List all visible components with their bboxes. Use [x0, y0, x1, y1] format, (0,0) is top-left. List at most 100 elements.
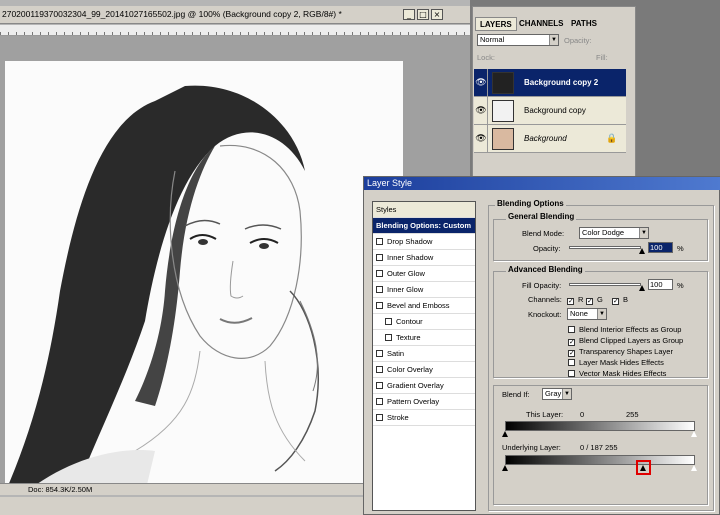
lock-label: Lock:	[477, 53, 495, 62]
underlying-layer-white-slider[interactable]	[691, 465, 697, 471]
document-title: 270200119370032304_99_20141027165502.jpg…	[2, 9, 342, 19]
style-list-item[interactable]: Drop Shadow	[373, 234, 475, 250]
style-list-item[interactable]: Color Overlay	[373, 362, 475, 378]
minimize-button[interactable]: _	[403, 9, 415, 20]
style-list-item[interactable]: Bevel and Emboss	[373, 298, 475, 314]
channel-r-checkbox[interactable]: R	[567, 295, 583, 305]
layer-blend-mode-select[interactable]: Normal ▼	[477, 34, 559, 46]
style-list-label: Inner Shadow	[387, 253, 434, 262]
style-list-item[interactable]: Satin	[373, 346, 475, 362]
lock-icon: 🔒	[606, 133, 618, 143]
style-checkbox[interactable]	[376, 398, 383, 405]
advanced-option-checkbox[interactable]: Transparency Shapes Layer	[568, 347, 673, 357]
style-list-item[interactable]: Gradient Overlay	[373, 378, 475, 394]
layer-thumbnail	[492, 100, 514, 122]
style-list-item[interactable]: Styles	[373, 202, 475, 218]
opacity-input[interactable]: 100	[648, 242, 673, 253]
channel-g-checkbox[interactable]: G	[586, 295, 603, 305]
style-checkbox[interactable]	[376, 302, 383, 309]
checkbox-box[interactable]	[568, 370, 575, 377]
underlying-layer-label: Underlying Layer:	[502, 443, 561, 452]
style-list-label: Texture	[396, 333, 421, 342]
checkbox-box[interactable]	[568, 359, 575, 366]
blend-mode-select[interactable]: Color Dodge ▼	[579, 227, 649, 239]
this-layer-low-value: 0	[580, 410, 585, 419]
advanced-option-checkbox[interactable]: Blend Interior Effects as Group	[568, 325, 681, 334]
style-list-item[interactable]: Blending Options: Custom	[373, 218, 475, 234]
style-list-item[interactable]: Inner Glow	[373, 282, 475, 298]
style-checkbox[interactable]	[376, 350, 383, 357]
layer-row[interactable]: 👁 Background copy	[474, 97, 626, 125]
style-list-item[interactable]: Outer Glow	[373, 266, 475, 282]
style-list-label: Styles	[376, 205, 397, 214]
eye-icon[interactable]: 👁	[475, 97, 488, 124]
style-list-label: Blending Options: Custom	[376, 221, 471, 230]
eye-icon[interactable]: 👁	[475, 69, 488, 96]
tab-layers[interactable]: LAYERS	[475, 17, 517, 31]
style-list-label: Contour	[396, 317, 423, 326]
layer-thumbnail	[492, 128, 514, 150]
style-list-item[interactable]: Stroke	[373, 410, 475, 426]
advanced-blending-heading: Advanced Blending	[506, 265, 585, 274]
chevron-down-icon: ▼	[549, 35, 558, 45]
layer-opacity-label: Opacity:	[564, 36, 592, 45]
knockout-select[interactable]: None ▼	[567, 308, 607, 320]
layer-blend-mode-value: Normal	[480, 35, 505, 44]
checkbox-box[interactable]	[568, 350, 575, 357]
underlying-layer-values: 0 / 187 255	[580, 443, 618, 452]
advanced-option-checkbox[interactable]: Vector Mask Hides Effects	[568, 369, 666, 378]
blend-if-select[interactable]: Gray ▼	[542, 388, 572, 400]
underlying-layer-split-slider[interactable]	[640, 465, 646, 471]
style-list-item[interactable]: Pattern Overlay	[373, 394, 475, 410]
fill-opacity-slider[interactable]	[569, 283, 641, 286]
advanced-option-label: Blend Interior Effects as Group	[579, 325, 682, 334]
this-layer-label: This Layer:	[526, 410, 564, 419]
layer-row[interactable]: 👁 Background copy 2	[474, 69, 626, 97]
blend-mode-value: Color Dodge	[582, 228, 625, 237]
tab-channels[interactable]: CHANNELS	[515, 17, 567, 31]
close-button[interactable]: ×	[431, 9, 443, 20]
style-checkbox[interactable]	[376, 286, 383, 293]
advanced-option-label: Vector Mask Hides Effects	[579, 369, 667, 378]
style-checkbox[interactable]	[376, 270, 383, 277]
layer-name: Background	[524, 134, 567, 143]
checkbox-box[interactable]	[568, 326, 575, 333]
fill-opacity-slider-thumb[interactable]	[639, 285, 645, 291]
styles-list: Styles Blending Options: Custom Drop Shado…	[372, 201, 476, 511]
style-list-item[interactable]: Contour	[373, 314, 475, 330]
checkbox-box[interactable]	[568, 339, 575, 346]
style-checkbox[interactable]	[376, 238, 383, 245]
style-checkbox[interactable]	[376, 366, 383, 373]
style-list-item[interactable]: Texture	[373, 330, 475, 346]
style-list-item[interactable]: Inner Shadow	[373, 250, 475, 266]
layer-row[interactable]: 👁 Background 🔒	[474, 125, 626, 153]
eye-icon[interactable]: 👁	[475, 125, 488, 152]
this-layer-black-slider[interactable]	[502, 431, 508, 437]
channel-b-checkbox[interactable]: B	[612, 295, 628, 305]
style-checkbox[interactable]	[376, 414, 383, 421]
style-checkbox[interactable]	[385, 318, 392, 325]
document-size-status: Doc: 854.3K/2.50M	[28, 485, 93, 494]
blend-mode-label: Blend Mode:	[522, 229, 565, 238]
tab-paths[interactable]: PATHS	[567, 17, 601, 31]
maximize-button[interactable]: □	[417, 9, 429, 20]
dialog-title[interactable]: Layer Style	[364, 177, 720, 190]
this-layer-high-value: 255	[626, 410, 639, 419]
style-checkbox[interactable]	[376, 254, 383, 261]
document-title-bar[interactable]: 270200119370032304_99_20141027165502.jpg…	[0, 6, 470, 24]
style-checkbox[interactable]	[385, 334, 392, 341]
opacity-slider-thumb[interactable]	[639, 248, 645, 254]
blending-options-heading: Blending Options	[495, 199, 566, 208]
style-checkbox[interactable]	[376, 382, 383, 389]
fill-opacity-input[interactable]: 100	[648, 279, 673, 290]
underlying-layer-black-slider[interactable]	[502, 465, 508, 471]
this-layer-white-slider[interactable]	[691, 431, 697, 437]
general-blending-group	[493, 219, 708, 261]
advanced-option-checkbox[interactable]: Layer Mask Hides Effects	[568, 358, 664, 367]
channels-label: Channels:	[528, 295, 562, 304]
chevron-down-icon: ▼	[597, 309, 606, 319]
opacity-slider[interactable]	[569, 246, 641, 249]
percent-sign: %	[677, 244, 684, 253]
channel-r-label: R	[578, 295, 584, 304]
advanced-option-checkbox[interactable]: Blend Clipped Layers as Group	[568, 336, 683, 346]
